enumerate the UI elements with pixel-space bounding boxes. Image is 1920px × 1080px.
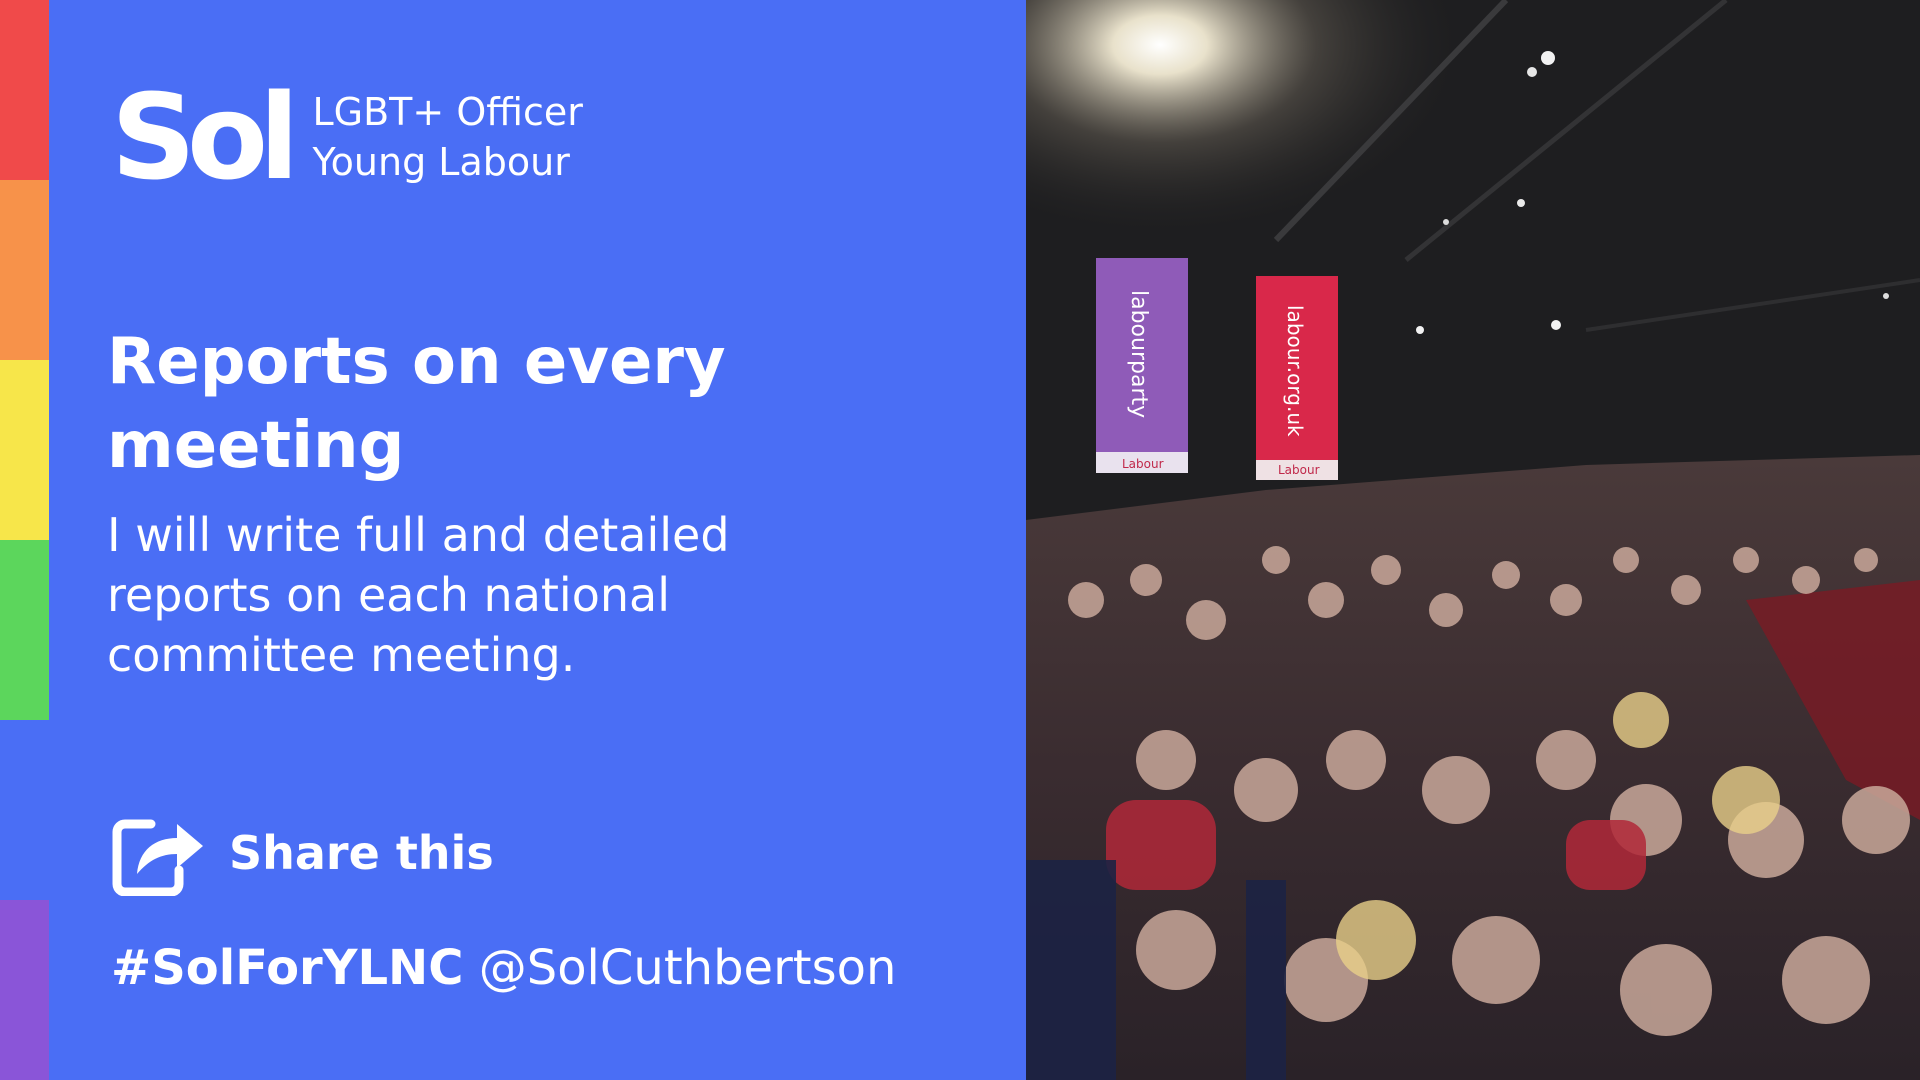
hashtag-link[interactable]: #SolForYLNC xyxy=(111,940,463,996)
stripe-purple xyxy=(0,900,49,1080)
banner-left-text: labourparty xyxy=(1126,290,1151,418)
share-icon xyxy=(112,819,203,896)
logo: Sol xyxy=(111,68,299,206)
stripe-orange xyxy=(0,180,49,360)
conference-photo-drawing: labourparty labour.org.uk Labour Labour xyxy=(1026,0,1920,1080)
brand-lines: LGBT+ Officer Young Labour xyxy=(313,87,583,187)
content-panel: Sol LGBT+ Officer Young Labour Reports o… xyxy=(49,0,1026,1080)
stripe-blue xyxy=(0,720,49,900)
conference-photo: labourparty labour.org.uk Labour Labour xyxy=(1026,0,1920,1080)
brand-role: LGBT+ Officer xyxy=(312,90,583,134)
brand: Sol LGBT+ Officer Young Labour xyxy=(111,78,583,196)
stripe-green xyxy=(0,540,49,720)
headline: Reports on every meeting xyxy=(107,325,726,483)
handle-link[interactable]: @SolCuthbertson xyxy=(479,940,897,996)
body-text: I will write full and detailed reports o… xyxy=(107,508,730,682)
banner-left-footer: Labour xyxy=(1122,457,1164,471)
rainbow-stripe xyxy=(0,0,49,1080)
stripe-yellow xyxy=(0,360,49,540)
share-label: Share this xyxy=(229,826,494,880)
stripe-red xyxy=(0,0,49,180)
footer: #SolForYLNC @SolCuthbertson xyxy=(111,940,896,996)
share-button[interactable]: Share this xyxy=(111,810,494,896)
brand-org: Young Labour xyxy=(312,140,570,184)
banner-right-text: labour.org.uk xyxy=(1283,305,1307,437)
banner-right-footer: Labour xyxy=(1278,463,1320,477)
